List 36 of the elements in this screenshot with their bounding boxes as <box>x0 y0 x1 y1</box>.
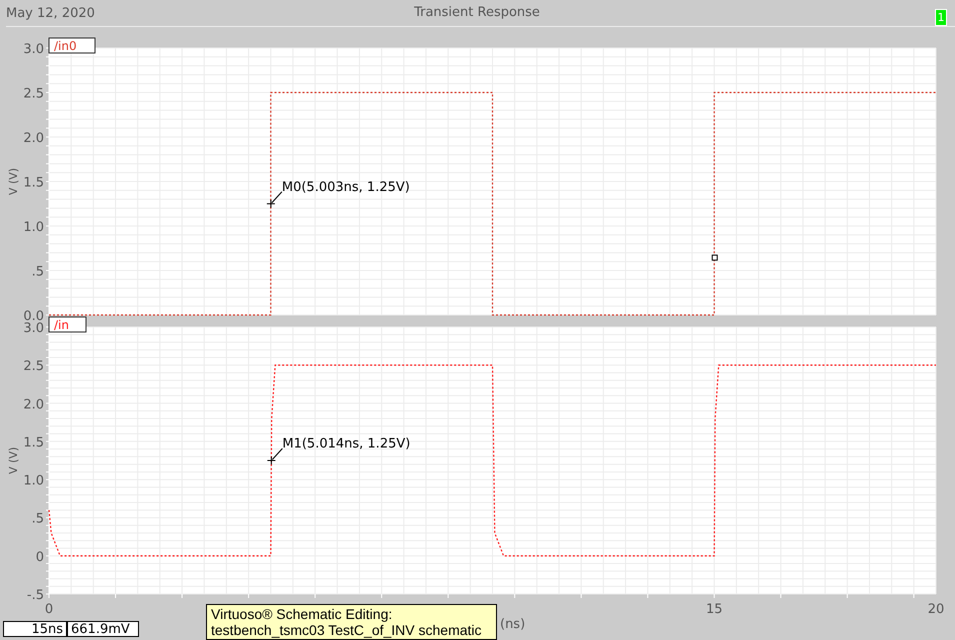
axis-tick-label: -.5 <box>26 588 44 603</box>
legend-tab: /in0 <box>48 38 96 54</box>
value-readout: 661.9mV <box>67 621 139 637</box>
leader-line <box>272 448 283 460</box>
axis-tick-label: 2.0 <box>23 397 44 412</box>
axis-title: V (V) <box>7 446 20 474</box>
marker-cross-icon <box>266 199 276 208</box>
marker-label: M1(5.014ns, 1.25V) <box>282 436 410 452</box>
leader-line <box>271 191 282 204</box>
axis-tick-label: 20 <box>928 602 944 617</box>
axis-tick-label: 0 <box>44 602 54 617</box>
tooltip-text: testbench_tsmc03 TestC_of_INV schematic <box>211 622 483 638</box>
axis-tick-label: 15 <box>706 602 723 617</box>
axis-tick-label: .5 <box>32 264 44 280</box>
axis-tick-label: 2.5 <box>23 359 44 374</box>
axis-tick-label: 3.0 <box>23 321 44 336</box>
axis-tick-label: 1.0 <box>23 220 44 235</box>
axis-tick-label: 2.5 <box>23 86 44 102</box>
marker-square-icon <box>712 254 718 261</box>
axis-title: (ns) <box>500 617 526 632</box>
time-readout: 15ns <box>3 621 67 637</box>
window-title: Transient Response <box>414 5 540 20</box>
marker-label: M0(5.003ns, 1.25V) <box>282 180 410 195</box>
axis-title: V (V) <box>7 168 20 196</box>
axis-tick-label: 1.0 <box>23 474 44 489</box>
date-label: May 12, 2020 <box>6 6 95 20</box>
axis-tick-label: .5 <box>32 512 44 527</box>
marker-cross-icon <box>266 456 276 465</box>
tooltip-text: Virtuoso® Schematic Editing: <box>211 606 394 622</box>
axis-tick-label: 2.0 <box>23 131 44 146</box>
axis-tick-label: 0 <box>36 550 44 565</box>
window-number-badge: 1 <box>935 9 947 26</box>
axis-tick-label: 0.0 <box>23 309 44 324</box>
axis-tick-label: 1.5 <box>23 435 44 450</box>
axis-tick-label: 3.0 <box>23 42 44 57</box>
axis-tick-label: 1.5 <box>23 176 44 190</box>
